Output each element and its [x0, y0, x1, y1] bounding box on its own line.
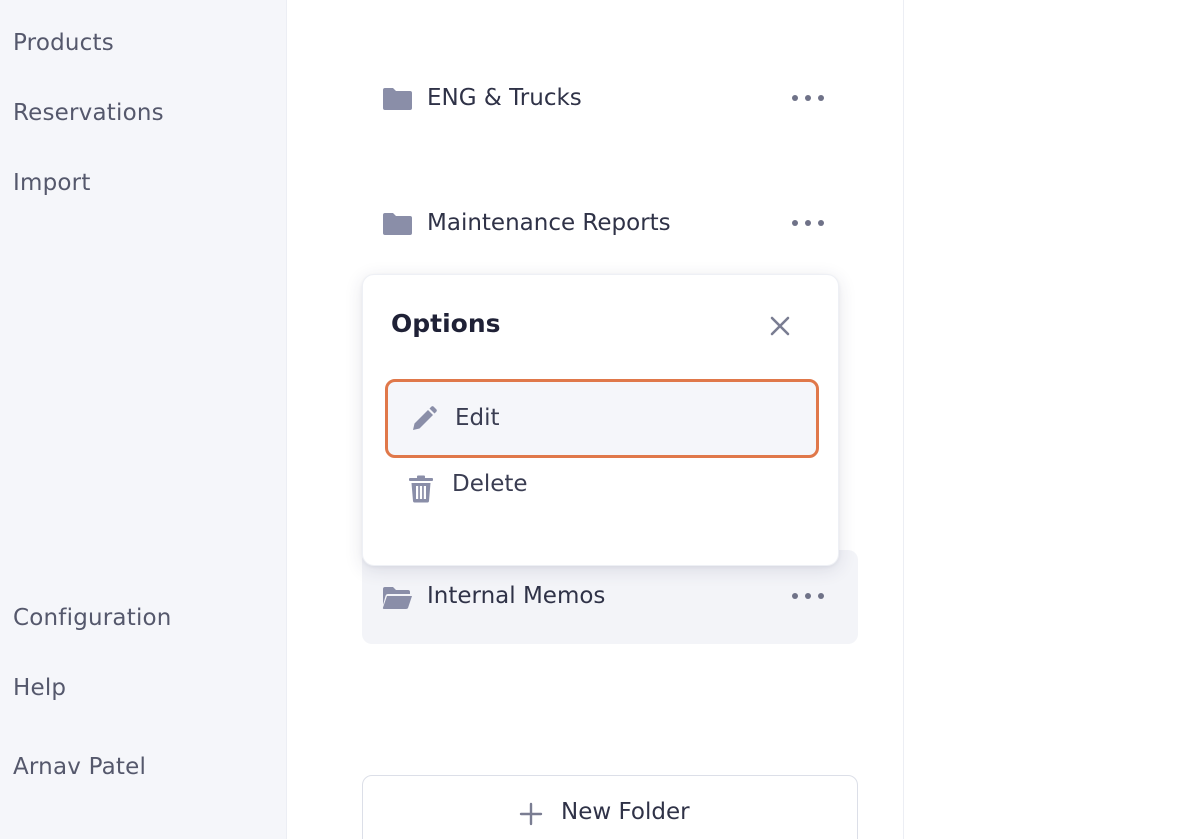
sidebar-user-name[interactable]: Arnav Patel [13, 754, 146, 780]
options-popover: Options Edit Delete [362, 274, 839, 566]
new-folder-label: New Folder [561, 799, 690, 825]
delete-menu-item[interactable]: Delete [385, 451, 819, 530]
folder-icon [383, 88, 412, 110]
sidebar-item-configuration[interactable]: Configuration [13, 605, 172, 631]
trash-icon [409, 475, 433, 503]
folder-open-icon [382, 587, 412, 609]
more-options-icon[interactable] [792, 586, 824, 606]
folder-name: Maintenance Reports [427, 210, 671, 236]
sidebar-item-reservations[interactable]: Reservations [13, 100, 164, 126]
more-options-icon[interactable] [792, 88, 824, 108]
sidebar: Products Reservations Import Configurati… [0, 0, 287, 839]
popover-title: Options [391, 309, 501, 338]
delete-label: Delete [452, 471, 528, 497]
sidebar-item-import[interactable]: Import [13, 170, 91, 196]
folder-icon [383, 213, 412, 235]
detail-panel [903, 0, 1200, 839]
more-options-icon[interactable] [792, 213, 824, 233]
new-folder-button[interactable]: New Folder [362, 775, 858, 839]
close-icon[interactable] [767, 313, 793, 339]
edit-label: Edit [455, 405, 500, 431]
folder-name: Internal Memos [427, 583, 606, 609]
pencil-icon [413, 406, 437, 430]
plus-icon [519, 802, 543, 826]
edit-menu-item[interactable]: Edit [385, 379, 819, 458]
folder-row-eng-trucks[interactable]: ENG & Trucks [362, 52, 858, 146]
folder-row-maintenance-reports[interactable]: Maintenance Reports [362, 177, 858, 271]
sidebar-item-products[interactable]: Products [13, 30, 114, 56]
sidebar-item-help[interactable]: Help [13, 675, 66, 701]
folder-name: ENG & Trucks [427, 85, 582, 111]
